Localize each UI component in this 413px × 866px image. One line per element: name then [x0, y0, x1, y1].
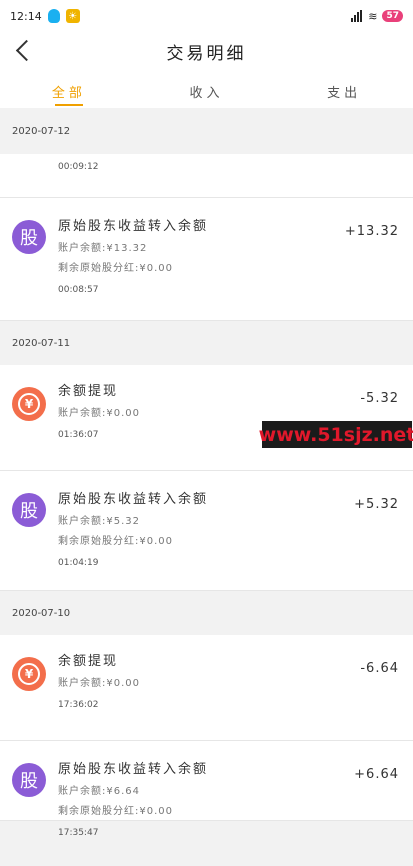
record-balance: 账户余额:¥0.00: [58, 408, 140, 419]
list-item[interactable]: 股 原始股东收益转入余额 账户余额:¥6.64 剩余原始股分红:¥0.00 17…: [0, 741, 413, 838]
qq-icon: [47, 9, 60, 23]
record-balance: 账户余额:¥13.32: [58, 243, 148, 254]
stock-icon: 股: [12, 220, 46, 254]
tab-income[interactable]: 收入: [138, 82, 276, 101]
record-amount: +13.32: [344, 224, 399, 239]
weather-icon: ☀: [65, 9, 80, 23]
stock-icon: 股: [12, 763, 46, 797]
tab-all[interactable]: 全部: [0, 82, 138, 106]
date-header: 2020-07-11: [12, 337, 71, 349]
record-time: 01:04:19: [58, 558, 99, 568]
record-balance: 账户余额:¥5.32: [58, 516, 140, 527]
tab-bar: 全部 收入 支出: [0, 70, 413, 108]
list-item[interactable]: 股 原始股东收益转入余额 账户余额:¥5.32 剩余原始股分红:¥0.00 01…: [0, 471, 413, 591]
watermark-logo: www.51sjz.net: [259, 421, 413, 448]
record-title: 原始股东收益转入余额: [58, 492, 209, 507]
list-item[interactable]: 00:09:12: [0, 154, 413, 198]
list-item[interactable]: ¥ 余额提现 账户余额:¥0.00 17:36:02 -6.64: [0, 635, 413, 741]
withdraw-icon: ¥: [12, 387, 46, 421]
tab-expense[interactable]: 支出: [275, 82, 413, 101]
record-amount: +5.32: [354, 497, 399, 512]
record-dividend: 剩余原始股分红:¥0.00: [58, 536, 173, 547]
record-balance: 账户余额:¥6.64: [58, 786, 140, 797]
status-time: 12:14: [10, 9, 42, 23]
yen-icon: ¥: [18, 663, 40, 685]
list-item[interactable]: 股 原始股东收益转入余额 账户余额:¥13.32 剩余原始股分红:¥0.00 0…: [0, 198, 413, 321]
record-amount: +6.64: [354, 767, 399, 782]
record-time: 17:35:47: [58, 828, 99, 838]
record-time: 00:08:57: [58, 285, 99, 295]
record-balance: 账户余额:¥0.00: [58, 678, 140, 689]
list-item[interactable]: ¥ 余额提现 账户余额:¥0.00 01:36:07 -5.32: [0, 365, 413, 471]
wifi-icon: ≋: [368, 9, 377, 23]
record-title: 原始股东收益转入余额: [58, 219, 209, 234]
signal-icon: [351, 10, 363, 22]
record-dividend: 剩余原始股分红:¥0.00: [58, 263, 173, 274]
stock-icon: 股: [12, 493, 46, 527]
record-title: 余额提现: [58, 384, 119, 399]
record-time: 17:36:02: [58, 700, 99, 710]
withdraw-icon: ¥: [12, 657, 46, 691]
record-time: 01:36:07: [58, 430, 99, 440]
record-title: 余额提现: [58, 654, 119, 669]
back-button[interactable]: [14, 40, 28, 62]
record-amount: -6.64: [360, 661, 399, 676]
nav-bar: 交易明细: [0, 32, 413, 70]
battery-icon: 57: [382, 10, 403, 22]
record-dividend: 剩余原始股分红:¥0.00: [58, 806, 173, 817]
status-bar: 12:14 ☀ ≋ 57: [0, 0, 413, 32]
date-header: 2020-07-10: [12, 607, 71, 619]
record-amount: -5.32: [360, 391, 399, 406]
date-header: 2020-07-12: [12, 125, 71, 137]
record-time: 00:09:12: [58, 162, 99, 172]
page-title: 交易明细: [166, 43, 247, 64]
yen-icon: ¥: [18, 393, 40, 415]
record-title: 原始股东收益转入余额: [58, 762, 209, 777]
